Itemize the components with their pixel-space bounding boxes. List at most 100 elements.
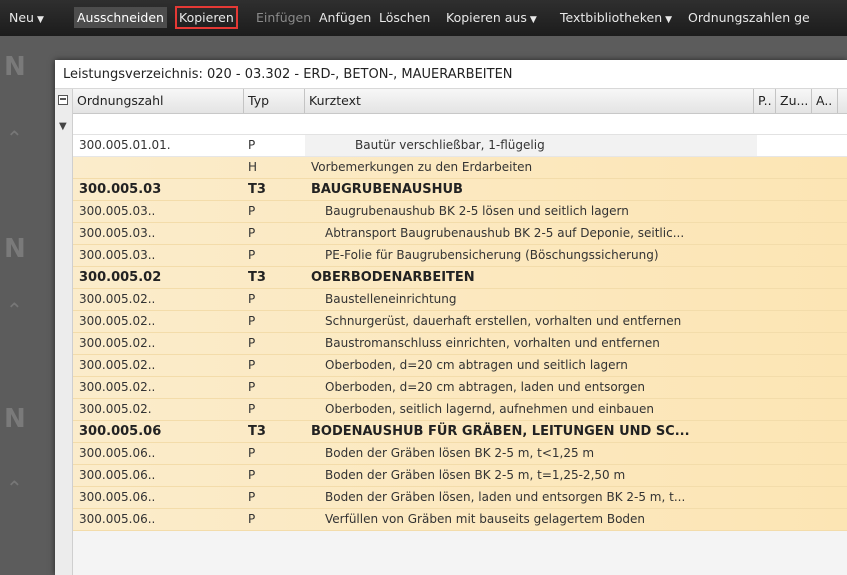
table-cell[interactable]: Abtransport Baugrubenaushub BK 2-5 auf D… bbox=[311, 223, 751, 244]
table-cell[interactable]: 300.005.06.. bbox=[79, 443, 239, 464]
table-cell[interactable]: T3 bbox=[248, 179, 298, 200]
table-cell[interactable]: 300.005.03.. bbox=[79, 201, 239, 222]
table-cell[interactable]: 300.005.06.. bbox=[79, 509, 239, 530]
table-cell[interactable]: 300.005.01.01. bbox=[79, 135, 239, 156]
table-row[interactable]: 300.005.03 T3 BAUGRUBENAUSHUB bbox=[73, 179, 847, 201]
cell-kurztext: PE-Folie für Baugrubensicherung (Böschun… bbox=[325, 248, 659, 262]
table-row[interactable]: H Vorbemerkungen zu den Erdarbeiten bbox=[73, 157, 847, 179]
table-cell[interactable]: Verfüllen von Gräben mit bauseits gelage… bbox=[311, 509, 751, 530]
table-cell[interactable]: P bbox=[248, 509, 298, 530]
table-cell[interactable]: Oberboden, seitlich lagernd, aufnehmen u… bbox=[311, 399, 751, 420]
table-cell[interactable]: Baugrubenaushub BK 2-5 lösen und seitlic… bbox=[311, 201, 751, 222]
table-row[interactable]: 300.005.02.. P Oberboden, d=20 cm abtragen… bbox=[73, 355, 847, 377]
table-cell[interactable]: Oberboden, d=20 cm abtragen, laden und e… bbox=[311, 377, 751, 398]
table-row[interactable]: 300.005.02.. P Baustelleneinrichtung bbox=[73, 289, 847, 311]
table-row[interactable]: 300.005.02 T3 OBERBODENARBEITEN bbox=[73, 267, 847, 289]
table-row[interactable]: 300.005.03.. P Abtransport Baugrubenaushub… bbox=[73, 223, 847, 245]
table-cell[interactable]: Boden der Gräben lösen, laden und entsor… bbox=[311, 487, 751, 508]
table-row[interactable]: 300.005.01.01. P Bautür verschließbar, 1-f… bbox=[73, 135, 847, 157]
table-cell[interactable]: 300.005.06 bbox=[79, 421, 239, 442]
table-cell[interactable]: 300.005.02. bbox=[79, 399, 239, 420]
menu-item[interactable]: Textbibliotheken ▼ bbox=[557, 7, 675, 28]
menu-item[interactable]: Einfügen bbox=[253, 7, 314, 28]
cell-kurztext: Baustelleneinrichtung bbox=[325, 292, 457, 306]
table-cell[interactable]: 300.005.06.. bbox=[79, 465, 239, 486]
table-row[interactable]: 300.005.06 T3 BODENAUSHUB FÜR GRÄBEN, LEIT… bbox=[73, 421, 847, 443]
table-cell[interactable]: 300.005.02.. bbox=[79, 311, 239, 332]
table-cell[interactable]: P bbox=[248, 311, 298, 332]
menu-item[interactable]: Ordnungszahlen ge bbox=[685, 7, 813, 28]
table-cell[interactable]: Boden der Gräben lösen BK 2-5 m, t=1,25-… bbox=[311, 465, 751, 486]
table-row[interactable]: 300.005.02.. P Schnurgerüst, dauerhaft ers… bbox=[73, 311, 847, 333]
table-cell[interactable]: Oberboden, d=20 cm abtragen und seitlich… bbox=[311, 355, 751, 376]
table-cell[interactable]: OBERBODENARBEITEN bbox=[311, 267, 751, 288]
table-cell[interactable]: 300.005.02.. bbox=[79, 377, 239, 398]
table-cell[interactable]: P bbox=[248, 333, 298, 354]
table-row[interactable]: 300.005.06.. P Verfüllen von Gräben mit ba… bbox=[73, 509, 847, 531]
table-cell[interactable]: P bbox=[248, 355, 298, 376]
table-cell[interactable]: P bbox=[248, 487, 298, 508]
table-row[interactable]: 300.005.02. P Oberboden, seitlich lagernd,… bbox=[73, 399, 847, 421]
table-cell[interactable]: 300.005.03.. bbox=[79, 245, 239, 266]
table-cell[interactable]: PE-Folie für Baugrubensicherung (Böschun… bbox=[311, 245, 751, 266]
menu-item[interactable]: Ausschneiden bbox=[74, 7, 167, 28]
table-cell[interactable]: 300.005.02 bbox=[79, 267, 239, 288]
table-cell[interactable]: P bbox=[248, 399, 298, 420]
column-header-a[interactable]: A.. bbox=[812, 89, 838, 113]
table-cell[interactable]: H bbox=[248, 157, 298, 178]
menu-item[interactable]: Neu ▼ bbox=[6, 7, 47, 28]
table-row[interactable]: 300.005.06.. P Boden der Gräben lösen, lad… bbox=[73, 487, 847, 509]
table-row[interactable]: 300.005.03.. P PE-Folie für Baugrubensiche… bbox=[73, 245, 847, 267]
menu-item[interactable]: Kopieren bbox=[175, 6, 238, 29]
table-cell[interactable]: T3 bbox=[248, 421, 298, 442]
table-cell[interactable]: P bbox=[248, 377, 298, 398]
cell-ordnungszahl: 300.005.03 bbox=[79, 182, 162, 197]
table-cell[interactable]: 300.005.02.. bbox=[79, 355, 239, 376]
table-cell[interactable]: P bbox=[248, 223, 298, 244]
cell-typ: P bbox=[248, 468, 256, 482]
table-cell[interactable]: Baustromanschluss einrichten, vorhalten … bbox=[311, 333, 751, 354]
table-row[interactable]: 300.005.02.. P Oberboden, d=20 cm abtragen… bbox=[73, 377, 847, 399]
column-header-kurztext[interactable]: Kurztext bbox=[305, 89, 754, 113]
cell-ordnungszahl: 300.005.02.. bbox=[79, 336, 156, 350]
table-cell[interactable]: BAUGRUBENAUSHUB bbox=[311, 179, 751, 200]
table-cell[interactable]: BODENAUSHUB FÜR GRÄBEN, LEITUNGEN UND SC… bbox=[311, 421, 751, 442]
menu-item[interactable]: Kopieren aus ▼ bbox=[443, 7, 540, 28]
table-cell[interactable]: 300.005.02.. bbox=[79, 289, 239, 310]
table-cell[interactable]: T3 bbox=[248, 267, 298, 288]
menu-item[interactable]: Anfügen bbox=[316, 7, 374, 28]
table-cell[interactable]: P bbox=[248, 245, 298, 266]
table-cell[interactable]: 300.005.02.. bbox=[79, 333, 239, 354]
table-row[interactable]: 300.005.06.. P Boden der Gräben lösen BK 2… bbox=[73, 443, 847, 465]
column-header-more[interactable] bbox=[838, 89, 847, 113]
filter-row[interactable] bbox=[55, 114, 847, 135]
table-cell[interactable]: 300.005.03.. bbox=[79, 223, 239, 244]
cell-kurztext: Schnurgerüst, dauerhaft erstellen, vorha… bbox=[325, 314, 682, 328]
cell-ordnungszahl: 300.005.02 bbox=[79, 270, 162, 285]
table-cell[interactable]: 300.005.03 bbox=[79, 179, 239, 200]
column-header-ordnungszahl[interactable]: Ordnungszahl bbox=[73, 89, 244, 113]
table-cell[interactable]: 300.005.06.. bbox=[79, 487, 239, 508]
table-cell[interactable]: Vorbemerkungen zu den Erdarbeiten bbox=[311, 157, 751, 178]
table-cell[interactable]: Schnurgerüst, dauerhaft erstellen, vorha… bbox=[311, 311, 751, 332]
column-header-typ[interactable]: Typ bbox=[244, 89, 305, 113]
table-cell[interactable]: Baustelleneinrichtung bbox=[311, 289, 751, 310]
table-row[interactable]: 300.005.03.. P Baugrubenaushub BK 2-5 löse… bbox=[73, 201, 847, 223]
filter-icon[interactable]: ▼ bbox=[59, 121, 67, 132]
cell-ordnungszahl: 300.005.06 bbox=[79, 424, 162, 439]
column-header-p[interactable]: P.. bbox=[754, 89, 776, 113]
table-cell[interactable]: P bbox=[248, 443, 298, 464]
table-cell[interactable]: P bbox=[248, 201, 298, 222]
table-cell[interactable]: Boden der Gräben lösen BK 2-5 m, t<1,25 … bbox=[311, 443, 751, 464]
table-row[interactable]: 300.005.02.. P Baustromanschluss einrichte… bbox=[73, 333, 847, 355]
table-cell[interactable]: P bbox=[248, 289, 298, 310]
column-header-zu[interactable]: Zu... bbox=[776, 89, 812, 113]
table-row[interactable]: 300.005.06.. P Boden der Gräben lösen BK 2… bbox=[73, 465, 847, 487]
cell-typ: P bbox=[248, 138, 256, 152]
watermark: N bbox=[4, 234, 26, 264]
table-cell[interactable]: Bautür verschließbar, 1-flügelig bbox=[305, 135, 757, 156]
table-cell[interactable]: P bbox=[248, 135, 298, 156]
table-cell[interactable]: P bbox=[248, 465, 298, 486]
menu-item[interactable]: Löschen bbox=[376, 7, 433, 28]
select-all-icon[interactable] bbox=[58, 95, 68, 105]
